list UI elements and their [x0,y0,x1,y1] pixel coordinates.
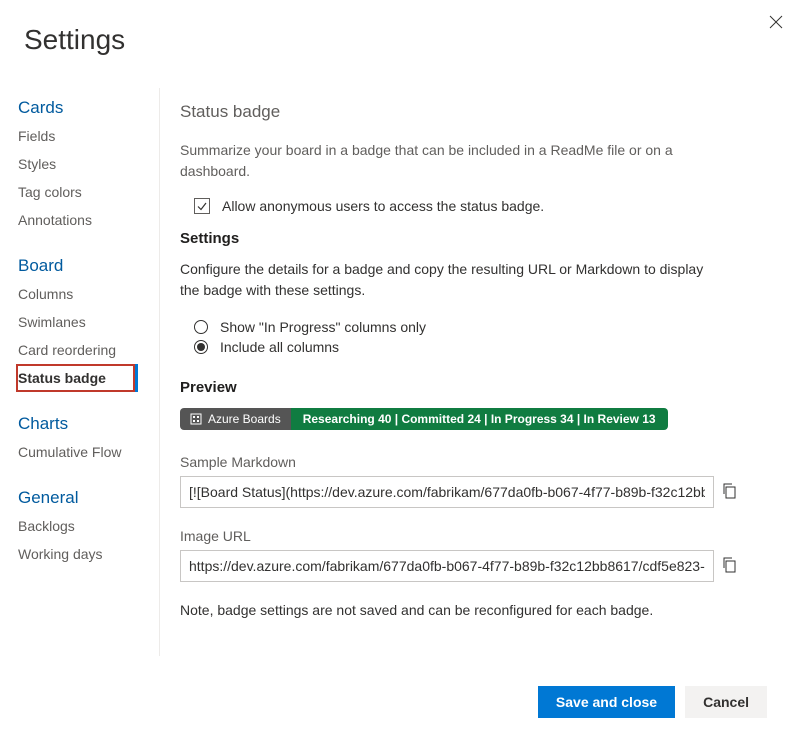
sidebar-group-charts[interactable]: Charts [16,404,159,438]
radio-in-progress-label: Show "In Progress" columns only [220,319,426,335]
checkbox-icon [194,198,210,214]
image-url-label: Image URL [180,528,781,544]
copy-icon [722,483,738,499]
sample-markdown-label: Sample Markdown [180,454,781,470]
sidebar-group-general[interactable]: General [16,478,159,512]
radio-icon-selected [194,340,208,354]
copy-icon [722,557,738,573]
close-icon [769,16,783,33]
badge-brand: Azure Boards [208,412,281,426]
sidebar-item-card-reordering[interactable]: Card reordering [16,336,159,364]
dialog-footer: Save and close Cancel [538,686,767,718]
radio-include-all[interactable]: Include all columns [194,337,781,357]
radio-include-all-label: Include all columns [220,339,339,355]
sidebar-item-status-badge[interactable]: Status badge [16,364,138,392]
columns-radio-group: Show "In Progress" columns only Include … [194,317,781,357]
settings-note: Note, badge settings are not saved and c… [180,602,781,618]
sidebar-item-tag-colors[interactable]: Tag colors [16,178,159,206]
close-button[interactable] [769,15,783,34]
sample-markdown-input[interactable] [180,476,714,508]
sidebar-item-columns[interactable]: Columns [16,280,159,308]
copy-url-button[interactable] [722,557,740,575]
settings-header: Settings [180,230,781,247]
sidebar-item-fields[interactable]: Fields [16,122,159,150]
sidebar-group-cards[interactable]: Cards [16,88,159,122]
sidebar-item-backlogs[interactable]: Backlogs [16,512,159,540]
settings-description: Configure the details for a badge and co… [180,259,720,301]
sidebar-item-cumulative-flow[interactable]: Cumulative Flow [16,438,159,466]
radio-in-progress[interactable]: Show "In Progress" columns only [194,317,781,337]
sidebar-item-working-days[interactable]: Working days [16,540,159,568]
copy-markdown-button[interactable] [722,483,740,501]
radio-icon [194,320,208,334]
page-summary: Summarize your board in a badge that can… [180,140,720,182]
azure-boards-icon [190,413,202,425]
settings-sidebar: Cards Fields Styles Tag colors Annotatio… [0,88,160,656]
page-title: Status badge [180,102,781,122]
sidebar-item-styles[interactable]: Styles [16,150,159,178]
badge-status: Researching 40 | Committed 24 | In Progr… [291,408,668,430]
image-url-input[interactable] [180,550,714,582]
save-and-close-button[interactable]: Save and close [538,686,675,718]
cancel-button[interactable]: Cancel [685,686,767,718]
allow-anonymous-label: Allow anonymous users to access the stat… [222,198,544,214]
badge-preview: Azure Boards Researching 40 | Committed … [180,408,668,430]
allow-anonymous-checkbox[interactable]: Allow anonymous users to access the stat… [194,198,781,214]
preview-header: Preview [180,379,781,396]
dialog-title: Settings [24,24,125,56]
sidebar-item-annotations[interactable]: Annotations [16,206,159,234]
sidebar-item-swimlanes[interactable]: Swimlanes [16,308,159,336]
main-content: Status badge Summarize your board in a b… [160,88,801,656]
sidebar-group-board[interactable]: Board [16,246,159,280]
